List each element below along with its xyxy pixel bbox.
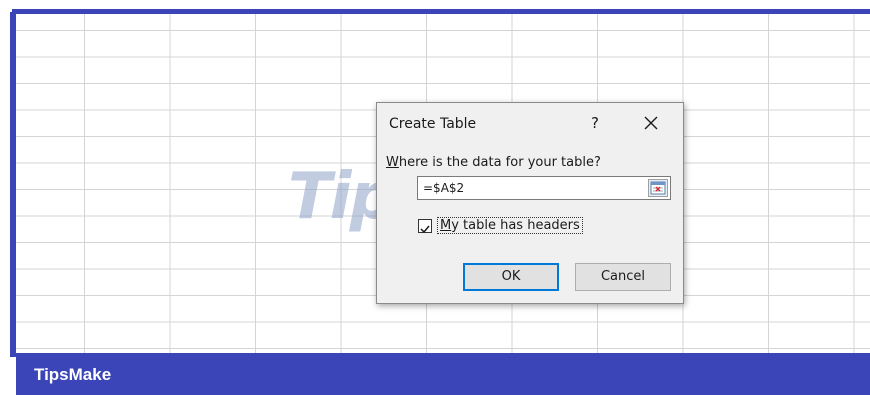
help-button[interactable]: ? [585,113,605,133]
range-input-value: =$A$2 [423,181,465,195]
prompt-text: here is the data for your table? [398,155,601,170]
close-button[interactable] [639,111,663,135]
create-table-dialog: Create Table ? Where is the data for you… [376,102,684,304]
headers-checkbox-label[interactable]: My table has headers [437,217,583,234]
collapse-dialog-icon [650,181,666,195]
headers-checkbox[interactable] [418,219,432,234]
cancel-button[interactable]: Cancel [575,263,671,291]
footer-bar: TipsMake [16,353,870,395]
footer-brand: TipsMake [34,365,112,384]
range-input[interactable]: =$A$2 [417,176,671,200]
top-frame [0,0,870,14]
checkbox-accesskey: M [440,218,452,233]
dialog-title: Create Table [389,116,477,132]
checkmark-icon [420,225,430,234]
prompt-accesskey: W [386,155,399,170]
ok-button[interactable]: OK [463,263,559,291]
close-icon [644,116,658,130]
checkbox-text: y table has headers [451,218,580,233]
range-prompt-label: Where is the data for your table? [386,155,601,170]
collapse-dialog-button[interactable] [648,179,668,197]
